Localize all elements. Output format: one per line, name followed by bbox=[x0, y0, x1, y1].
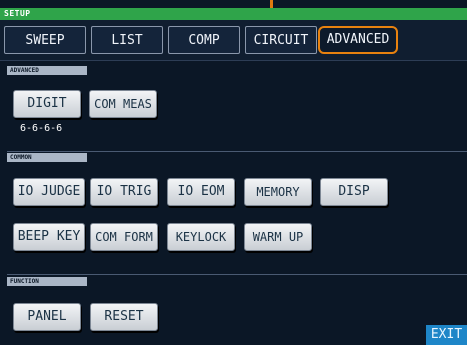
exit-button[interactable]: EXIT bbox=[426, 325, 467, 345]
warm-up-button[interactable]: WARM UP bbox=[244, 223, 312, 251]
io-judge-button[interactable]: IO JUDGE bbox=[13, 178, 85, 206]
tab-list[interactable]: LIST bbox=[91, 26, 163, 54]
setup-screen: SETUP SWEEP LIST COMP CIRCUIT ADVANCED A… bbox=[0, 0, 467, 345]
digit-value: 6-6-6-6 bbox=[20, 123, 63, 134]
com-form-button[interactable]: COM FORM bbox=[90, 223, 158, 251]
tab-circuit[interactable]: CIRCUIT bbox=[245, 26, 317, 54]
keylock-button[interactable]: KEYLOCK bbox=[167, 223, 235, 251]
tab-advanced[interactable]: ADVANCED bbox=[318, 26, 398, 54]
section-label-common: COMMON bbox=[7, 153, 87, 162]
disp-button[interactable]: DISP bbox=[320, 178, 388, 206]
section-divider bbox=[7, 274, 467, 275]
section-label-advanced: ADVANCED bbox=[7, 66, 87, 75]
active-tab-pointer bbox=[270, 0, 273, 8]
panel-button[interactable]: PANEL bbox=[13, 303, 81, 331]
com-meas-button[interactable]: COM MEAS bbox=[89, 90, 157, 118]
beep-key-button[interactable]: BEEP KEY bbox=[13, 223, 85, 251]
io-eom-button[interactable]: IO EOM bbox=[167, 178, 235, 206]
digit-button[interactable]: DIGIT bbox=[13, 90, 81, 118]
section-label-function: FUNCTION bbox=[7, 277, 87, 286]
tab-comp[interactable]: COMP bbox=[168, 26, 240, 54]
tab-bar: SWEEP LIST COMP CIRCUIT ADVANCED bbox=[0, 20, 467, 61]
header-bar: SETUP bbox=[0, 8, 467, 20]
screen-title: SETUP bbox=[4, 9, 31, 18]
memory-button[interactable]: MEMORY bbox=[244, 178, 312, 206]
section-divider bbox=[7, 151, 467, 152]
reset-button[interactable]: RESET bbox=[90, 303, 158, 331]
tab-sweep[interactable]: SWEEP bbox=[4, 26, 86, 54]
io-trig-button[interactable]: IO TRIG bbox=[90, 178, 158, 206]
